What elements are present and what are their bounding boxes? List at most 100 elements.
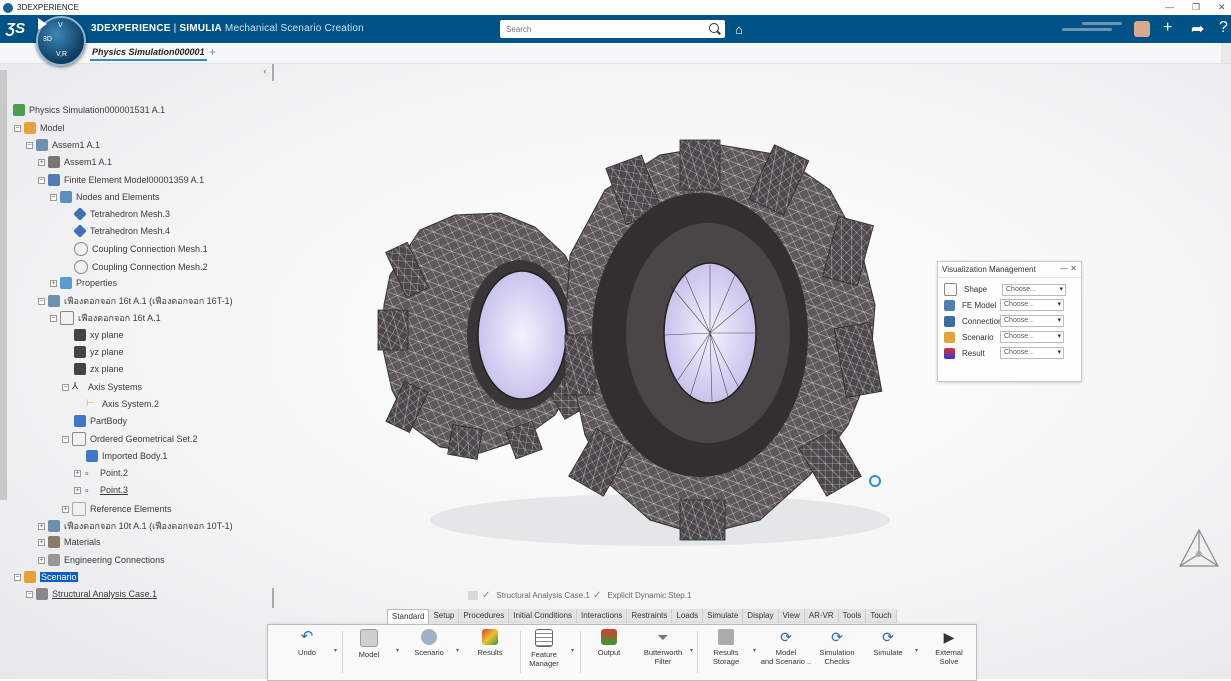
tree-node-point2[interactable]: + ∘ Point.2 <box>74 467 128 479</box>
simulation-checks-button[interactable]: ⟳ Simulation Checks <box>809 629 865 666</box>
tree-node-eng[interactable]: + Engineering Connections <box>38 554 165 566</box>
tree-node-root[interactable]: Physics Simulation000001531 A.1 <box>13 104 165 116</box>
scenario-button[interactable]: Scenario ▾ <box>401 629 459 657</box>
external-solve-button[interactable]: ▶ External Solve <box>921 629 977 666</box>
tree-node-sac[interactable]: − Structural Analysis Case.1 <box>26 588 157 600</box>
add-icon[interactable]: + <box>1163 19 1172 37</box>
scenario-dropdown[interactable]: Choose... <box>1000 331 1064 343</box>
minimize-panel-icon[interactable]: — <box>1060 264 1068 273</box>
model-button[interactable]: Model ▾ <box>341 629 399 659</box>
simulate-button[interactable]: ⟳ Simulate ▾ <box>860 629 918 657</box>
tree-node-axis2[interactable]: ⊢ Axis System.2 <box>86 398 159 410</box>
tree-node-scenario[interactable]: − Scenario <box>14 571 78 583</box>
tree-node-tet3[interactable]: Tetrahedron Mesh.3 <box>73 207 170 221</box>
expander-icon[interactable]: + <box>74 469 81 477</box>
expander-icon[interactable]: − <box>38 176 45 184</box>
model-and-scenario-button[interactable]: ⟳ Model and Scenario .. <box>758 629 814 666</box>
expander-icon[interactable]: + <box>38 538 45 546</box>
status-step[interactable]: ✓ Explicit Dynamic Step.1 <box>593 590 691 601</box>
expander-icon[interactable]: + <box>50 279 57 287</box>
tree-node-cc1[interactable]: Coupling Connection Mesh.1 <box>74 242 208 256</box>
tree-node-ref[interactable]: + Reference Elements <box>62 502 172 516</box>
expander-icon[interactable]: − <box>50 193 57 201</box>
action-tab-simulate[interactable]: Simulate <box>703 609 744 623</box>
minimize-icon[interactable]: — <box>1165 0 1174 15</box>
feature-manager-button[interactable]: Feature Manager ▾ <box>516 629 574 668</box>
tree-node-gear16[interactable]: − เฟืองดอกจอก 16t A.1 (เฟืองดอกจอก 16T-1) <box>38 294 233 308</box>
action-tab-restraints[interactable]: Restraints <box>627 609 673 623</box>
search-icon[interactable] <box>709 23 719 33</box>
tree-scrollbar[interactable] <box>0 70 7 500</box>
fe-model-dropdown[interactable]: Choose... <box>1000 299 1064 311</box>
tag-icon[interactable]: ⌂ <box>735 22 743 37</box>
action-tab-initial-conditions[interactable]: Initial Conditions <box>509 609 577 623</box>
action-tab-loads[interactable]: Loads <box>672 609 704 623</box>
action-tab-standard[interactable]: Standard <box>387 609 430 624</box>
tree-node-imported[interactable]: Imported Body.1 <box>86 450 167 462</box>
restore-icon[interactable]: ❐ <box>1192 0 1200 15</box>
tree-node-assem[interactable]: − Assem1 A.1 <box>26 139 100 151</box>
avatar[interactable] <box>1134 21 1150 37</box>
tree-node-nodes[interactable]: − Nodes and Elements <box>50 191 160 203</box>
view-compass-icon[interactable] <box>1172 524 1226 574</box>
tree-node-props[interactable]: + Properties <box>50 277 117 289</box>
help-icon[interactable]: ? <box>1219 19 1228 37</box>
expander-icon[interactable]: + <box>38 556 45 564</box>
expander-icon[interactable]: − <box>14 573 21 581</box>
tree-node-yz[interactable]: yz plane <box>74 346 124 358</box>
tree-node-materials[interactable]: + Materials <box>38 536 101 548</box>
tree-node-assem-sub[interactable]: + Assem1 A.1 <box>38 156 112 168</box>
connection-dropdown[interactable]: Choose... <box>1000 315 1064 327</box>
action-tab-interactions[interactable]: Interactions <box>577 609 628 623</box>
tree-node-fem[interactable]: − Finite Element Model00001359 A.1 <box>38 174 204 186</box>
expander-icon[interactable]: + <box>38 522 45 530</box>
close-icon[interactable]: ✕ <box>1218 0 1226 15</box>
output-button[interactable]: Output <box>581 629 637 657</box>
close-panel-icon[interactable]: ✕ <box>1070 264 1077 273</box>
share-icon[interactable]: ➦ <box>1191 19 1204 39</box>
expander-icon[interactable]: − <box>14 124 21 132</box>
action-tab-procedures[interactable]: Procedures <box>459 609 510 623</box>
action-tab-ar-vr[interactable]: AR-VR <box>804 609 839 623</box>
shape-dropdown[interactable]: Choose... <box>1002 283 1066 296</box>
add-tab-button[interactable]: + <box>209 45 216 59</box>
undo-button[interactable]: ↶ Undo ▾ <box>279 629 337 658</box>
expander-icon[interactable]: − <box>50 314 57 322</box>
expander-icon[interactable]: + <box>62 505 69 513</box>
result-dropdown[interactable]: Choose... <box>1000 347 1064 359</box>
expander-icon[interactable]: + <box>38 158 45 166</box>
tree-node-tet4[interactable]: Tetrahedron Mesh.4 <box>73 224 170 238</box>
tree-node-cc2[interactable]: Coupling Connection Mesh.2 <box>74 260 208 274</box>
action-tab-touch[interactable]: Touch <box>866 609 897 623</box>
tree-node-xy[interactable]: xy plane <box>74 329 124 341</box>
status-analysis-case[interactable]: ✓ Structural Analysis Case.1 <box>482 590 590 601</box>
tree-node-gear16-part[interactable]: − เฟืองดอกจอก 16t A.1 <box>50 311 161 325</box>
tree-node-partbody[interactable]: PartBody <box>74 415 127 427</box>
butterworth-filter-button[interactable]: ⏷ Butterworth Filter ▾ <box>635 629 693 666</box>
action-tab-view[interactable]: View <box>778 609 805 623</box>
tab-physics-simulation[interactable]: Physics Simulation000001 <box>90 47 207 61</box>
action-tab-display[interactable]: Display <box>743 609 779 623</box>
tree-node-gear10[interactable]: + เฟืองดอกจอก 10t A.1 (เฟืองดอกจอก 10T-1) <box>38 519 233 533</box>
expander-icon[interactable]: − <box>38 297 45 305</box>
expander-icon[interactable]: + <box>74 486 81 494</box>
tree-node-model[interactable]: − Model <box>14 122 65 134</box>
expander-icon[interactable]: − <box>26 141 33 149</box>
action-tab-tools[interactable]: Tools <box>838 609 867 623</box>
action-tab-setup[interactable]: Setup <box>429 609 460 623</box>
compass-widget[interactable]: V 3D V,R <box>36 16 86 66</box>
expander-icon[interactable]: − <box>62 435 69 443</box>
search-input[interactable] <box>500 20 725 38</box>
results-storage-button[interactable]: Results Storage ▾ <box>698 629 756 666</box>
results-button[interactable]: Results <box>462 629 518 657</box>
user-name[interactable] <box>1062 19 1126 39</box>
expander-icon[interactable]: − <box>62 383 69 391</box>
tree-node-zx[interactable]: zx plane <box>74 363 124 375</box>
gear-mesh-model[interactable] <box>360 135 890 555</box>
collapse-tree-button[interactable]: ‹ <box>260 66 270 76</box>
tree-node-point3[interactable]: + ∘ Point.3 <box>74 484 128 496</box>
tree-node-ogs[interactable]: − Ordered Geometrical Set.2 <box>62 432 198 446</box>
tree-node-axes[interactable]: − ⅄ Axis Systems <box>62 381 142 393</box>
expander-icon[interactable]: − <box>26 590 33 598</box>
right-scroll-handle[interactable] <box>1221 43 1231 63</box>
